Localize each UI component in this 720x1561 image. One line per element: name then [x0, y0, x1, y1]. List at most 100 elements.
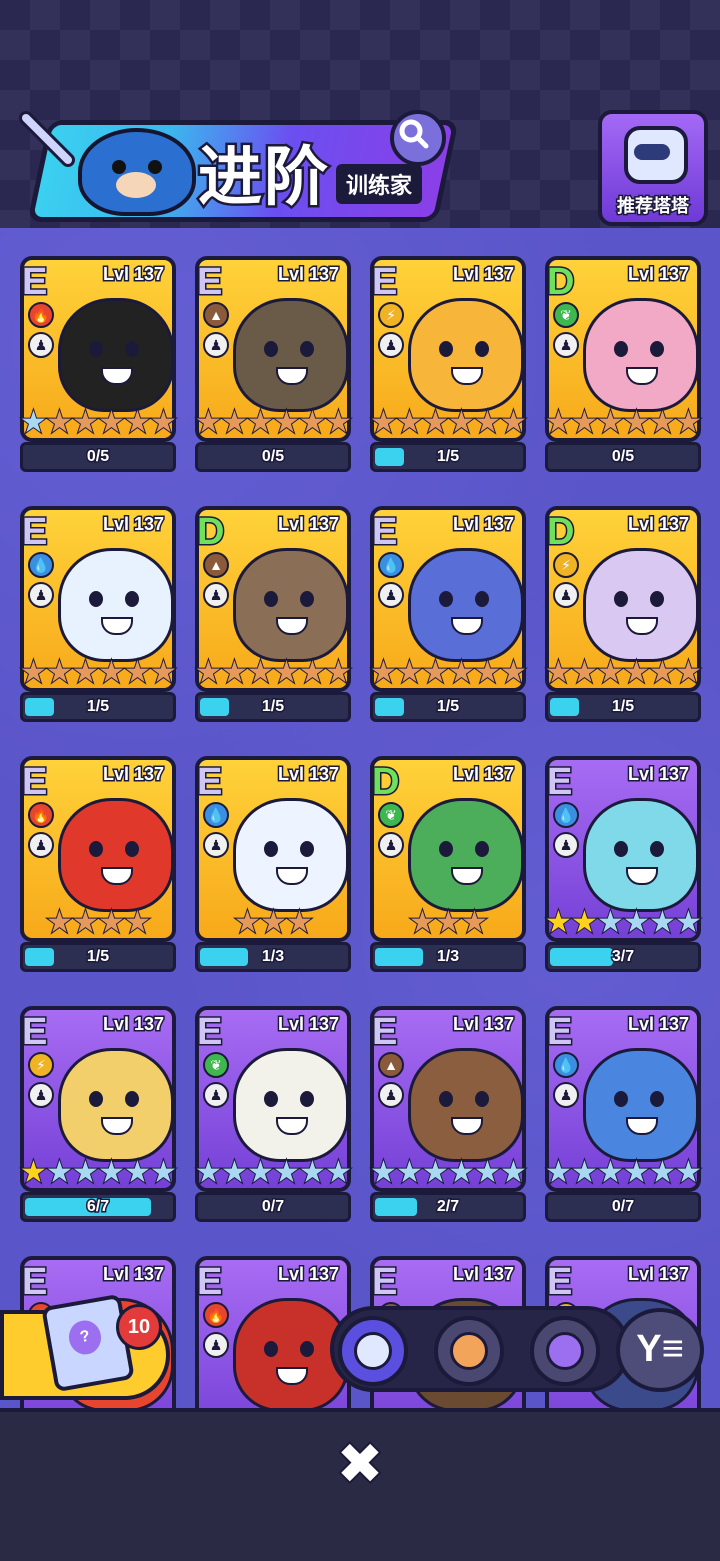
card-level: Lvl 137 — [451, 763, 515, 786]
star-rating: ★ ★ ★ ★ ★ ★ — [19, 657, 178, 692]
creature-portrait — [58, 1048, 172, 1162]
mystery-box-button[interactable]: ? 10 — [0, 1293, 170, 1400]
card-level: Lvl 137 — [626, 763, 690, 786]
bronze-star-icon: ★ — [570, 406, 599, 439]
earth-element-icon: ▲ — [203, 552, 229, 578]
bronze-star-icon: ★ — [473, 406, 502, 439]
creature-card[interactable]: E Lvl 137 ▲ ♟ ★ ★ ★ ★ ★ ★ 0/5 — [194, 242, 353, 472]
creature-card[interactable]: E Lvl 137 💧 ♟ ★ ★ ★ 1/3 — [195, 742, 351, 972]
filter-robot-button[interactable] — [338, 1316, 408, 1386]
role-icon: ♟ — [378, 1082, 404, 1108]
bronze-star-icon: ★ — [544, 406, 573, 439]
creature-portrait — [233, 1048, 347, 1162]
progress-bar: 1/5 — [20, 692, 176, 722]
bronze-star-icon: ★ — [233, 906, 262, 939]
bronze-star-icon: ★ — [272, 656, 301, 689]
bronze-star-icon: ★ — [421, 656, 450, 689]
creature-card[interactable]: E Lvl 137 ⚡ ♟ ★ ★ ★ ★ ★ ★ 1/5 — [369, 242, 528, 472]
silver-star-icon: ★ — [45, 1156, 74, 1189]
bronze-star-icon: ★ — [272, 406, 301, 439]
creature-card[interactable]: D Lvl 137 ❦ ♟ ★ ★ ★ 1/3 — [370, 742, 526, 972]
fire-element-icon: 🔥 — [203, 1302, 229, 1328]
role-icon: ♟ — [553, 332, 579, 358]
silver-star-icon: ★ — [544, 1156, 573, 1189]
card-level: Lvl 137 — [451, 263, 515, 286]
bronze-star-icon: ★ — [97, 406, 126, 439]
progress-label: 0/7 — [610, 1197, 635, 1217]
progress-bar: 0/7 — [195, 1192, 351, 1222]
card-level: Lvl 137 — [101, 263, 165, 286]
role-icon: ♟ — [378, 582, 404, 608]
bronze-star-icon: ★ — [259, 906, 288, 939]
silver-star-icon: ★ — [499, 1156, 528, 1189]
creature-portrait — [408, 298, 522, 412]
creature-card[interactable]: E Lvl 137 💧 ♟ ★ ★ ★ ★ ★ ★ 3/7 — [544, 742, 703, 972]
fire-element-icon: 🔥 — [28, 802, 54, 828]
bronze-star-icon: ★ — [97, 906, 126, 939]
progress-label: 1/5 — [85, 947, 110, 967]
role-icon: ♟ — [203, 1082, 229, 1108]
card-level: Lvl 137 — [626, 263, 690, 286]
star-rating: ★ ★ ★ ★ ★ ★ — [544, 906, 703, 942]
creature-card[interactable]: E Lvl 137 ▲ ♟ ★ ★ ★ ★ ★ ★ 2/7 — [369, 992, 528, 1222]
filter-star-button[interactable] — [530, 1316, 600, 1386]
progress-label: 0/5 — [85, 447, 110, 467]
progress-label: 0/5 — [610, 447, 635, 467]
silver-star-icon: ★ — [596, 906, 625, 939]
water-element-icon: 💧 — [378, 552, 404, 578]
card-rank: E — [197, 1010, 224, 1055]
creature-card[interactable]: E Lvl 137 💧 ♟ ★ ★ ★ ★ ★ ★ 1/5 — [19, 492, 178, 722]
star-rating: ★ ★ ★ ★ ★ ★ — [194, 406, 353, 442]
bronze-star-icon: ★ — [324, 656, 353, 689]
role-icon: ♟ — [28, 582, 54, 608]
progress-bar: 1/5 — [545, 692, 701, 722]
creature-card[interactable]: E Lvl 137 ❦ ♟ ★ ★ ★ ★ ★ ★ 0/7 — [194, 992, 353, 1222]
footer: ✖ — [0, 1408, 720, 1561]
bronze-star-icon: ★ — [71, 906, 100, 939]
creature-card[interactable]: E Lvl 137 ⚡ ♟ ★ ★ ★ ★ ★ ★ 6/7 — [19, 992, 178, 1222]
role-icon: ♟ — [203, 832, 229, 858]
progress-label: 1/5 — [85, 697, 110, 717]
role-icon: ♟ — [203, 332, 229, 358]
bronze-star-icon: ★ — [149, 406, 178, 439]
creature-card[interactable]: D Lvl 137 ▲ ♟ ★ ★ ★ ★ ★ ★ 1/5 — [194, 492, 353, 722]
card-rank: D — [547, 510, 576, 555]
water-element-icon: 💧 — [553, 802, 579, 828]
filter-sort-button[interactable]: Y≡ — [616, 1308, 704, 1392]
bronze-star-icon: ★ — [194, 406, 223, 439]
water-element-icon: 💧 — [203, 802, 229, 828]
creature-card[interactable]: D Lvl 137 ⚡ ♟ ★ ★ ★ ★ ★ ★ 1/5 — [544, 492, 703, 722]
progress-bar: 1/5 — [370, 692, 526, 722]
creature-card[interactable]: D Lvl 137 ❦ ♟ ★ ★ ★ ★ ★ ★ 0/5 — [544, 242, 703, 472]
filter-creature-button[interactable] — [434, 1316, 504, 1386]
card-level: Lvl 137 — [101, 763, 165, 786]
bronze-star-icon: ★ — [596, 406, 625, 439]
role-icon: ♟ — [203, 582, 229, 608]
creature-card[interactable]: E Lvl 137 🔥 ♟ ★ ★ ★ ★ 1/5 — [20, 742, 176, 972]
bronze-star-icon: ★ — [298, 406, 327, 439]
bronze-star-icon: ★ — [285, 906, 314, 939]
progress-bar: 2/7 — [370, 1192, 526, 1222]
creature-card[interactable]: E Lvl 137 💧 ♟ ★ ★ ★ ★ ★ ★ 0/7 — [544, 992, 703, 1222]
close-button[interactable]: ✖ — [330, 1432, 390, 1496]
bronze-star-icon: ★ — [674, 656, 703, 689]
card-rank: E — [197, 1260, 224, 1305]
search-button[interactable] — [390, 110, 446, 166]
role-icon: ♟ — [28, 1082, 54, 1108]
star-rating: ★ ★ ★ ★ ★ ★ — [544, 406, 703, 442]
progress-label: 1/3 — [435, 947, 460, 967]
progress-label: 1/5 — [435, 697, 460, 717]
card-rank: E — [22, 760, 49, 805]
card-level: Lvl 137 — [276, 513, 340, 536]
fire-element-icon: 🔥 — [28, 302, 54, 328]
bronze-star-icon: ★ — [473, 656, 502, 689]
creature-card[interactable]: E Lvl 137 🔥 ♟ — [195, 1242, 351, 1408]
card-level: Lvl 137 — [276, 1263, 340, 1286]
bronze-star-icon: ★ — [447, 406, 476, 439]
progress-label: 0/7 — [260, 1197, 285, 1217]
progress-bar: 1/5 — [20, 942, 176, 972]
progress-bar: 6/7 — [20, 1192, 176, 1222]
recommend-button[interactable]: 推荐塔塔 — [598, 110, 708, 226]
creature-card[interactable]: E Lvl 137 🔥 ♟ ★ ★ ★ ★ ★ ★ 0/5 — [19, 242, 178, 472]
creature-card[interactable]: E Lvl 137 💧 ♟ ★ ★ ★ ★ ★ ★ 1/5 — [369, 492, 528, 722]
